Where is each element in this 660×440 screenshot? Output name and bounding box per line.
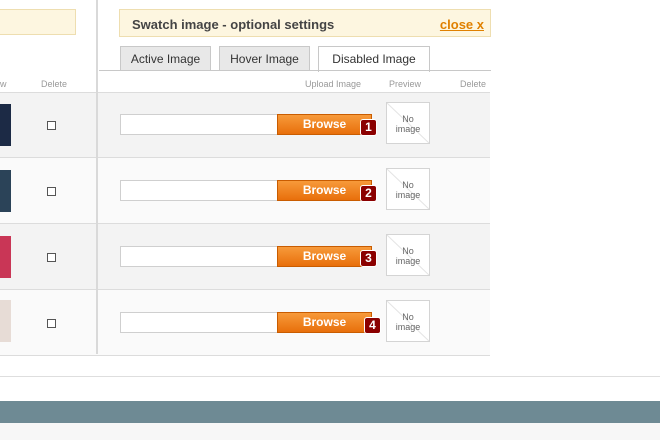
no-image-text: No image bbox=[395, 180, 421, 200]
col-upload-image: Upload Image bbox=[305, 79, 362, 89]
tab-baseline bbox=[99, 70, 491, 71]
no-image-text: No image bbox=[395, 246, 421, 266]
row-number-badge: 2 bbox=[360, 185, 377, 202]
panel-divider bbox=[96, 0, 98, 354]
row-number-badge: 3 bbox=[360, 250, 377, 267]
swatch-thumbnail bbox=[0, 170, 11, 212]
col-preview-fragment: w bbox=[0, 79, 7, 89]
delete-checkbox[interactable] bbox=[47, 319, 56, 328]
browse-button[interactable]: Browse bbox=[277, 180, 372, 201]
delete-checkbox[interactable] bbox=[47, 187, 56, 196]
browse-button[interactable]: Browse bbox=[277, 246, 372, 267]
footer-bar bbox=[0, 401, 660, 423]
swatch-thumbnail bbox=[0, 236, 11, 278]
no-image-text: No image bbox=[395, 114, 421, 134]
swatch-settings-title: Swatch image - optional settings bbox=[132, 17, 335, 32]
no-image-text: No image bbox=[395, 312, 421, 332]
file-path-input[interactable] bbox=[120, 180, 278, 201]
no-image-preview: No image bbox=[386, 300, 430, 342]
no-image-preview: No image bbox=[386, 234, 430, 276]
tab-disabled-image[interactable]: Disabled Image bbox=[318, 46, 430, 72]
file-path-input[interactable] bbox=[120, 246, 278, 267]
footer-divider bbox=[0, 376, 660, 377]
delete-checkbox[interactable] bbox=[47, 253, 56, 262]
browse-button[interactable]: Browse bbox=[277, 312, 372, 333]
col-preview: Preview bbox=[389, 79, 422, 89]
file-path-input[interactable] bbox=[120, 312, 278, 333]
close-link[interactable]: close x bbox=[440, 17, 484, 32]
swatch-settings-header: Swatch image - optional settings close x bbox=[119, 9, 491, 37]
tab-active-image[interactable]: Active Image bbox=[120, 46, 211, 71]
no-image-preview: No image bbox=[386, 168, 430, 210]
file-path-input[interactable] bbox=[120, 114, 278, 135]
row-number-badge: 4 bbox=[364, 317, 381, 334]
col-delete-label: Delete bbox=[41, 79, 68, 89]
no-image-preview: No image bbox=[386, 102, 430, 144]
swatch-thumbnail bbox=[0, 300, 11, 342]
delete-checkbox[interactable] bbox=[47, 121, 56, 130]
left-panel-header bbox=[0, 9, 76, 35]
browse-button[interactable]: Browse bbox=[277, 114, 372, 135]
swatch-thumbnail bbox=[0, 104, 11, 146]
tab-hover-image[interactable]: Hover Image bbox=[219, 46, 310, 71]
row-number-badge: 1 bbox=[360, 119, 377, 136]
col-delete: Delete bbox=[460, 79, 487, 89]
footer-bottom bbox=[0, 423, 660, 440]
